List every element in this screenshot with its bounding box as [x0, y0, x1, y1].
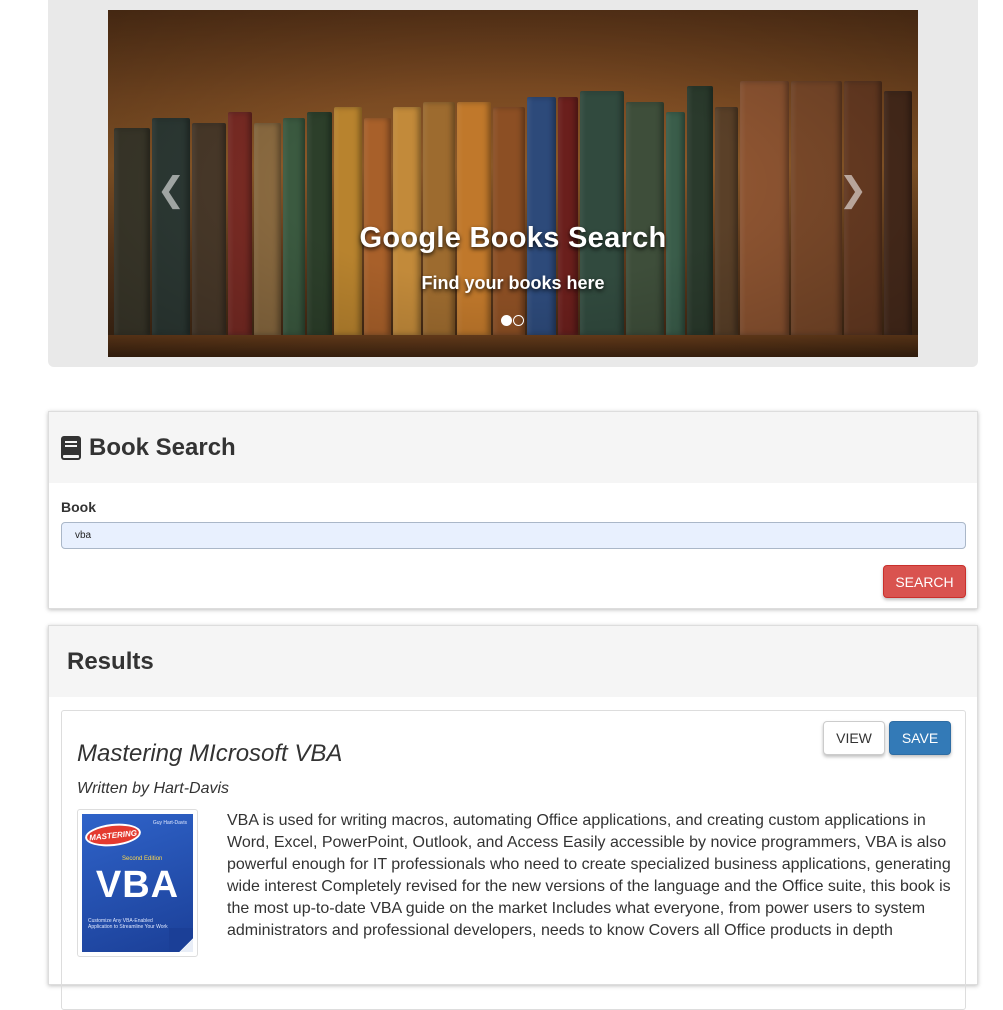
book-description: VBA is used for writing macros, automati…: [227, 812, 951, 939]
result-item: VIEW SAVE Mastering MIcrosoft VBA Writte…: [61, 710, 966, 1010]
carousel-indicator-1[interactable]: [501, 315, 512, 326]
book-search-panel: Book Search Book SEARCH: [48, 411, 978, 609]
carousel-next-button[interactable]: ❯: [838, 170, 868, 210]
results-title: Results: [67, 647, 154, 675]
results-heading: Results: [49, 626, 977, 697]
carousel-indicator-2[interactable]: [513, 315, 524, 326]
view-button[interactable]: VIEW: [823, 721, 885, 755]
carousel-subtitle: Find your books here: [421, 273, 605, 293]
carousel-title: Google Books Search: [359, 222, 667, 254]
book-cover-image: Guy Hart-Davis MASTERING Second Edition …: [82, 814, 193, 952]
carousel-caption: Google Books Search Find your books here: [108, 222, 918, 294]
hero-carousel: ❮ ❯ Google Books Search Find your books …: [108, 10, 918, 357]
carousel-prev-button[interactable]: ❮: [156, 170, 186, 210]
book-search-title: Book Search: [89, 433, 236, 461]
book-search-heading: Book Search: [49, 412, 977, 483]
hero-jumbotron: ❮ ❯ Google Books Search Find your books …: [48, 0, 978, 367]
chevron-left-icon: ❮: [156, 170, 186, 210]
book-cover-thumbnail[interactable]: Guy Hart-Davis MASTERING Second Edition …: [77, 809, 198, 957]
book-search-input[interactable]: [61, 522, 966, 549]
book-icon: [61, 435, 81, 460]
book-title: Mastering MIcrosoft VBA: [77, 740, 343, 767]
save-button[interactable]: SAVE: [889, 721, 951, 755]
chevron-right-icon: ❯: [838, 170, 868, 210]
carousel-indicators: [501, 315, 524, 326]
book-author: Written by Hart-Davis: [77, 780, 230, 797]
book-field-label: Book: [61, 499, 96, 515]
results-panel: Results VIEW SAVE Mastering MIcrosoft VB…: [48, 625, 978, 1010]
search-button[interactable]: SEARCH: [883, 565, 966, 598]
